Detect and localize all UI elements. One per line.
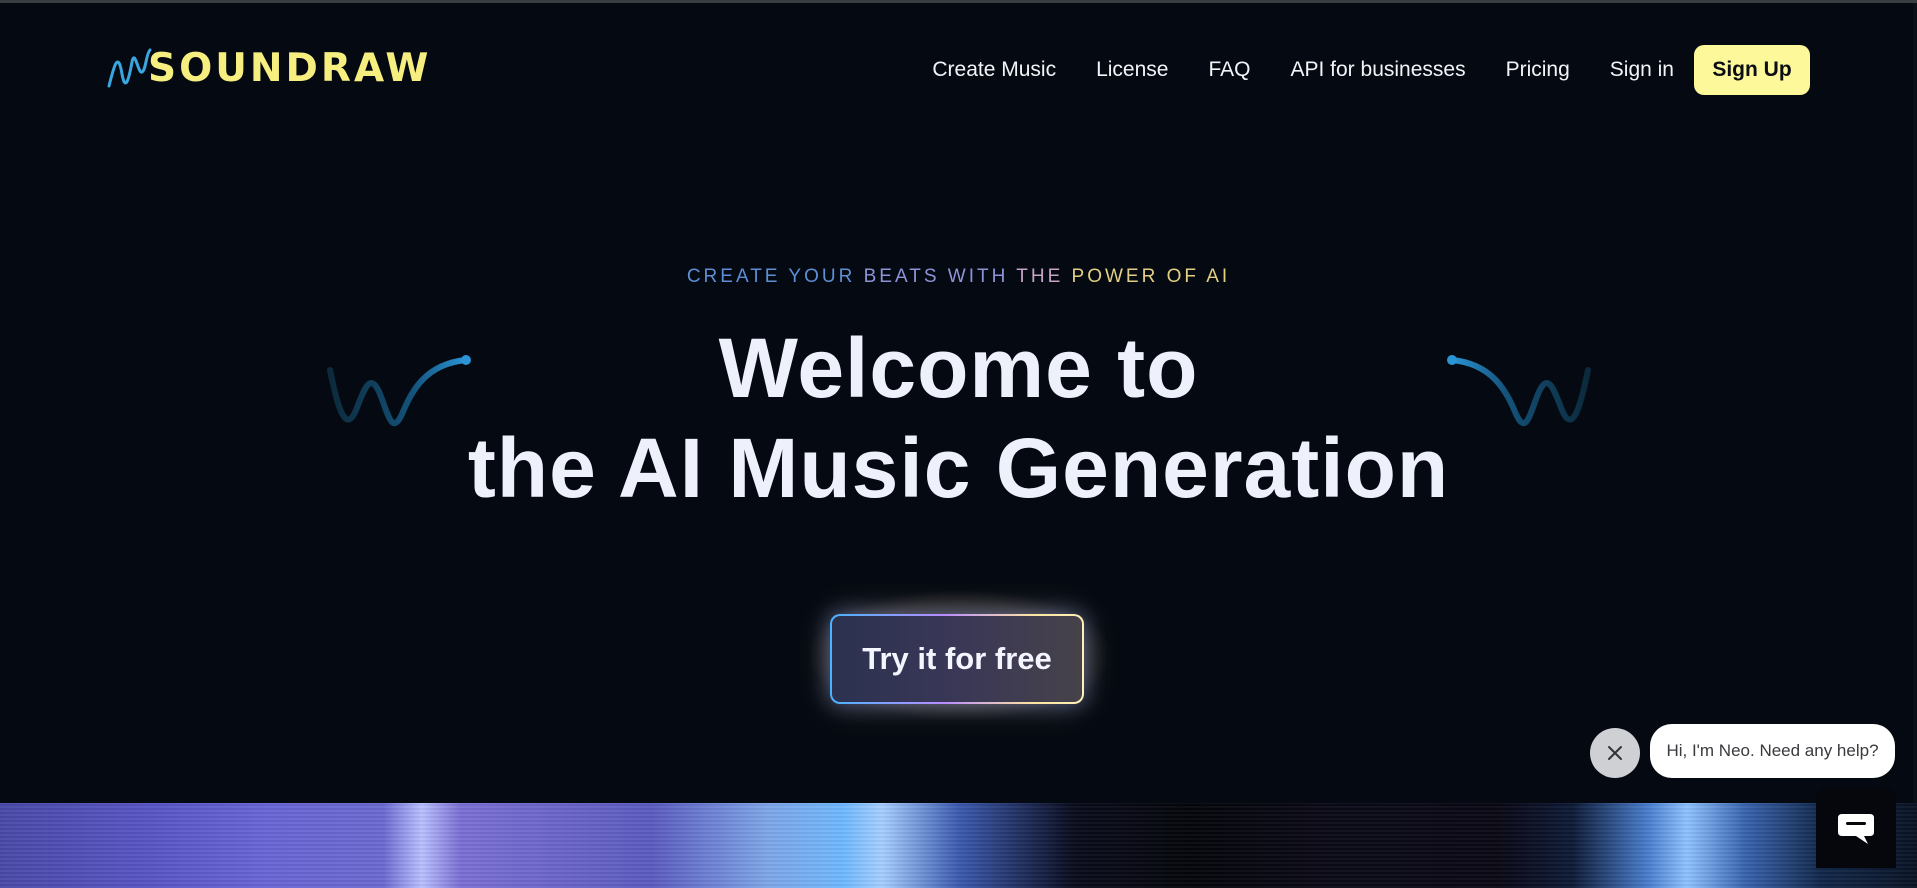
eyebrow-part-1: CREATE YOUR: [686, 266, 856, 287]
main-nav: Create Music License FAQ API for busines…: [932, 45, 1810, 95]
nav-license[interactable]: License: [1096, 58, 1168, 82]
hero-headline: Welcome to the AI Music Generation: [0, 318, 1917, 518]
eyebrow-part-4: POWER OF AI: [1071, 266, 1231, 287]
nav-create-music[interactable]: Create Music: [932, 58, 1056, 82]
chat-launcher-button[interactable]: [1816, 788, 1896, 868]
chat-greeting[interactable]: Hi, I'm Neo. Need any help?: [1650, 724, 1895, 778]
headline-line-2: the AI Music Generation: [467, 421, 1450, 515]
close-chat-button[interactable]: [1590, 728, 1640, 778]
hero-eyebrow: CREATE YOUR BEATS WITH THE POWER OF AI: [0, 266, 1917, 288]
try-it-for-free-button[interactable]: Try it for free: [830, 614, 1084, 704]
nav-faq[interactable]: FAQ: [1208, 58, 1250, 82]
headline-line-1: Welcome to: [718, 321, 1199, 415]
page: SOUNDRAW Create Music License FAQ API fo…: [0, 0, 1917, 888]
window-top-edge: [0, 0, 1917, 3]
wave-logo-icon: [107, 48, 152, 88]
eyebrow-part-2: BEATS WITH: [863, 266, 1009, 287]
chat-bubble-icon: [1838, 814, 1874, 844]
nav-pricing[interactable]: Pricing: [1506, 58, 1570, 82]
nav-sign-in[interactable]: Sign in: [1610, 58, 1674, 82]
cta-label: Try it for free: [832, 616, 1082, 702]
nav-api-for-businesses[interactable]: API for businesses: [1290, 58, 1465, 82]
brand-logo[interactable]: SOUNDRAW: [106, 44, 431, 92]
eyebrow-part-3: THE: [1016, 266, 1064, 287]
hero-media-image: [0, 803, 1917, 888]
close-icon: [1608, 746, 1622, 760]
brand-name: SOUNDRAW: [148, 45, 432, 91]
sign-up-button[interactable]: Sign Up: [1694, 45, 1810, 95]
